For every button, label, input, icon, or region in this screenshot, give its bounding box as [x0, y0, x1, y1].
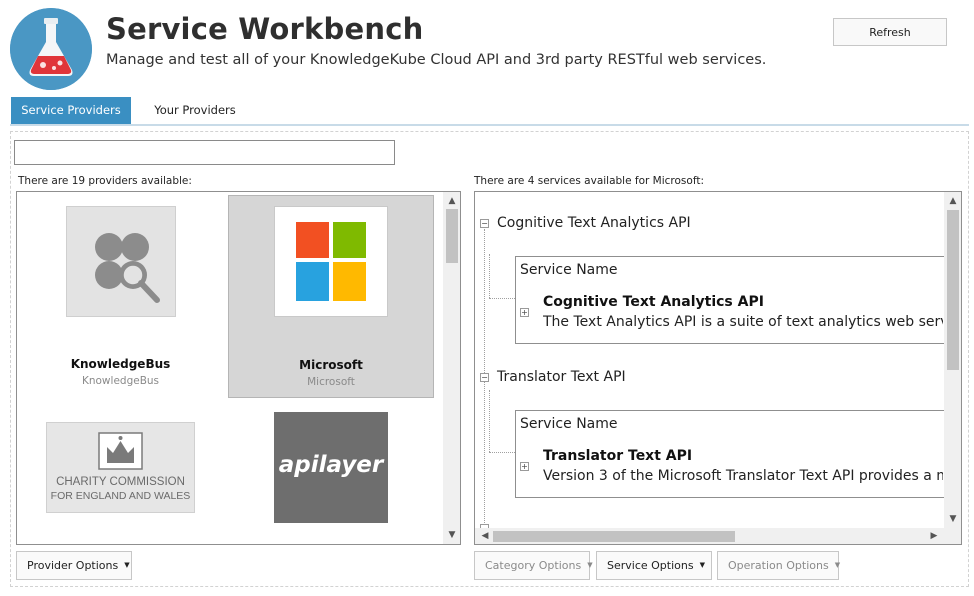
dropdown-caret-icon: ▼: [834, 561, 841, 569]
scroll-down-arrow-icon[interactable]: ▼: [444, 529, 460, 541]
service-hscroll-thumb[interactable]: [493, 531, 735, 542]
tree-connector: [489, 298, 515, 299]
tab-your-providers[interactable]: Your Providers: [140, 97, 250, 124]
service-column-header: Service Name: [520, 262, 618, 278]
provider-scroll-thumb[interactable]: [446, 209, 458, 263]
app-logo: [10, 8, 92, 90]
service-name: Translator Text API: [543, 448, 693, 464]
category-options-label: Category Options: [485, 559, 582, 572]
tree-connector: [489, 254, 490, 298]
scroll-up-arrow-icon[interactable]: ▲: [945, 195, 961, 207]
provider-filter-input[interactable]: [14, 140, 395, 165]
scroll-up-arrow-icon[interactable]: ▲: [444, 195, 460, 207]
charity-commission-logo-line1: CHARITY COMMISSION: [56, 476, 185, 488]
expand-icon[interactable]: +: [520, 462, 529, 471]
page-subtitle: Manage and test all of your KnowledgeKub…: [106, 52, 767, 68]
tree-connector: [489, 452, 515, 453]
dropdown-caret-icon: ▼: [699, 561, 705, 569]
charity-commission-logo-line2: FOR ENGLAND AND WALES: [50, 490, 191, 502]
flask-icon: [10, 8, 92, 90]
provider-name: KnowledgeBus: [70, 357, 171, 371]
provider-subtitle: KnowledgeBus: [81, 375, 160, 387]
scroll-right-arrow-icon[interactable]: ▶: [926, 530, 942, 542]
expand-icon[interactable]: +: [520, 308, 529, 317]
page-title: Service Workbench: [106, 12, 424, 46]
provider-name: Microsoft: [299, 358, 363, 372]
service-vscroll-thumb[interactable]: [947, 210, 959, 370]
service-options-label: Service Options: [607, 559, 694, 572]
tree-connector: [489, 390, 490, 452]
services-count-label: There are 4 services available for Micro…: [474, 175, 704, 187]
apilayer-logo-text: apilayer: [278, 452, 384, 478]
microsoft-logo: [274, 206, 388, 317]
tab-strip-divider: [10, 124, 969, 126]
collapse-icon[interactable]: −: [480, 373, 489, 382]
tab-service-providers[interactable]: Service Providers: [11, 97, 131, 124]
service-description: Version 3 of the Microsoft Translator Te…: [543, 468, 943, 484]
provider-options-label: Provider Options: [27, 559, 119, 572]
service-options-button[interactable]: Service Options ▼: [596, 551, 712, 580]
provider-options-button[interactable]: Provider Options ▼: [16, 551, 132, 580]
microsoft-windows-icon: [296, 222, 366, 301]
operation-options-label: Operation Options: [728, 559, 829, 572]
service-column-header: Service Name: [520, 416, 618, 432]
category-options-button[interactable]: Category Options ▼: [474, 551, 593, 580]
scroll-left-arrow-icon[interactable]: ◀: [477, 530, 493, 542]
service-description: The Text Analytics API is a suite of tex…: [543, 314, 943, 330]
dropdown-caret-icon: ▼: [124, 561, 130, 569]
scroll-down-arrow-icon[interactable]: ▼: [945, 513, 961, 525]
refresh-button[interactable]: Refresh: [833, 18, 947, 46]
knowledgebus-logo: [66, 206, 176, 317]
operation-options-button[interactable]: Operation Options ▼: [717, 551, 841, 580]
tree-category-label[interactable]: Translator Text API: [497, 369, 626, 385]
tree-category-label[interactable]: Cognitive Text Analytics API: [497, 215, 691, 231]
collapse-icon[interactable]: −: [480, 219, 489, 228]
knowledgebus-search-icon: [95, 233, 160, 303]
service-name: Cognitive Text Analytics API: [543, 294, 764, 310]
providers-count-label: There are 19 providers available:: [18, 175, 192, 187]
dropdown-caret-icon: ▼: [587, 561, 593, 569]
provider-subtitle: Microsoft: [307, 376, 355, 388]
